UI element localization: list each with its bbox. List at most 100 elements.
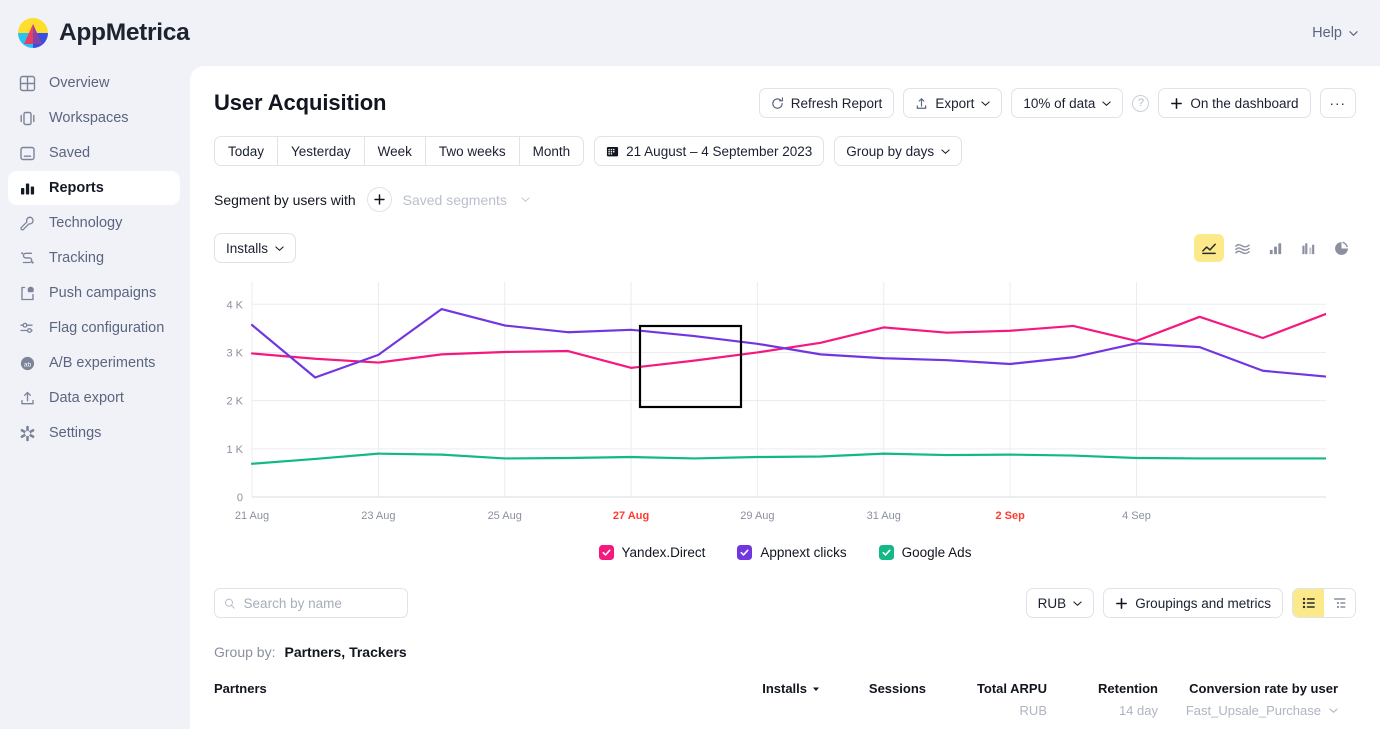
sidebar-item-label: Data export (49, 390, 124, 406)
column-header-total-arpu[interactable]: Total ARPU RUB (926, 681, 1047, 718)
chart-type-grouped-bar-button[interactable] (1293, 234, 1323, 262)
sidebar-item-reports[interactable]: Reports (8, 171, 180, 205)
sidebar-item-flag-configuration[interactable]: Flag configuration (8, 311, 180, 345)
group-by-days-label: Group by days (846, 144, 934, 159)
sidebar-item-technology[interactable]: Technology (8, 206, 180, 240)
main-panel: User Acquisition Refresh Report Export 1… (190, 66, 1380, 729)
date-range-label: 21 August – 4 September 2023 (626, 144, 812, 159)
workspaces-icon (18, 109, 36, 127)
stacked-area-chart-icon (1234, 240, 1251, 257)
legend-item-google-ads[interactable]: Google Ads (879, 545, 972, 560)
sampling-dropdown[interactable]: 10% of data (1011, 88, 1123, 118)
sidebar-item-workspaces[interactable]: Workspaces (8, 101, 180, 135)
legend-checkbox[interactable] (879, 545, 894, 560)
sliders-icon (18, 319, 36, 337)
sidebar-item-ab-experiments[interactable]: ab A/B experiments (8, 346, 180, 380)
date-preset-two-weeks[interactable]: Two weeks (425, 136, 520, 166)
sampling-label: 10% of data (1023, 96, 1095, 111)
date-preset-month[interactable]: Month (519, 136, 585, 166)
legend-checkbox[interactable] (737, 545, 752, 560)
appmetrica-logo-icon (18, 18, 48, 48)
search-input[interactable] (244, 596, 398, 611)
chevron-down-icon (275, 244, 284, 253)
chevron-down-icon[interactable] (1329, 706, 1338, 715)
y-axis-tick-label: 4 K (226, 299, 243, 311)
chart-container[interactable]: 01 K2 K3 K4 K21 Aug23 Aug25 Aug27 Aug29 … (214, 275, 1356, 535)
date-preset-today[interactable]: Today (214, 136, 278, 166)
date-range-picker[interactable]: 21 August – 4 September 2023 (594, 136, 824, 166)
brand-name: AppMetrica (59, 19, 189, 47)
group-by-days-dropdown[interactable]: Group by days (834, 136, 962, 166)
help-menu[interactable]: Help (1312, 25, 1358, 41)
sidebar-item-saved[interactable]: Saved (8, 136, 180, 170)
saved-segments-dropdown[interactable]: Saved segments (403, 192, 530, 208)
column-header-retention[interactable]: Retention 14 day (1047, 681, 1158, 718)
chart-type-group (1194, 234, 1356, 262)
column-header-retention-label: Retention (1098, 681, 1158, 696)
legend-label: Google Ads (902, 545, 972, 560)
groupings-and-metrics-button[interactable]: Groupings and metrics (1103, 588, 1283, 618)
chevron-down-icon (1073, 599, 1082, 608)
legend-item-appnext-clicks[interactable]: Appnext clicks (737, 545, 846, 560)
x-axis-tick-label: 4 Sep (1122, 510, 1151, 522)
group-by-value[interactable]: Partners, Trackers (284, 644, 406, 660)
group-by-row: Group by: Partners, Trackers (214, 644, 1356, 660)
line-chart-icon (1201, 240, 1218, 257)
sidebar-item-label: Push campaigns (49, 285, 156, 301)
y-axis-tick-label: 1 K (226, 444, 243, 456)
currency-dropdown[interactable]: RUB (1026, 588, 1095, 618)
chart-type-stacked-area-button[interactable] (1227, 234, 1257, 262)
legend-label: Appnext clicks (760, 545, 846, 560)
bar-chart-icon (18, 179, 36, 197)
add-segment-button[interactable] (367, 187, 392, 212)
bookmark-icon (18, 144, 36, 162)
column-header-installs[interactable]: Installs (748, 681, 820, 696)
brand[interactable]: AppMetrica (18, 18, 189, 48)
refresh-report-button[interactable]: Refresh Report (759, 88, 895, 118)
tree-view-button[interactable] (1324, 589, 1355, 617)
column-header-partners[interactable]: Partners (214, 681, 748, 696)
question-circle-icon[interactable]: ? (1132, 95, 1149, 112)
groupings-label: Groupings and metrics (1135, 596, 1271, 611)
sidebar-item-push-campaigns[interactable]: Push campaigns (8, 276, 180, 310)
line-chart[interactable]: 01 K2 K3 K4 K21 Aug23 Aug25 Aug27 Aug29 … (214, 275, 1326, 533)
more-options-button[interactable]: ··· (1320, 88, 1357, 118)
column-header-conversion-rate[interactable]: Conversion rate by user Fast_Upsale_Purc… (1158, 681, 1338, 718)
sidebar-item-overview[interactable]: Overview (8, 66, 180, 100)
export-button[interactable]: Export (903, 88, 1002, 118)
column-header-sessions[interactable]: Sessions (820, 681, 926, 696)
sidebar-item-label: Reports (49, 180, 104, 196)
legend-item-yandex-direct[interactable]: Yandex.Direct (599, 545, 706, 560)
metric-selector[interactable]: Installs (214, 233, 296, 263)
column-subheader-retention: 14 day (1119, 703, 1158, 718)
chart-selection-rectangle[interactable] (640, 326, 741, 407)
sidebar-item-tracking[interactable]: Tracking (8, 241, 180, 275)
column-subheader-conversion-rate: Fast_Upsale_Purchase (1186, 703, 1321, 718)
calendar-icon (606, 145, 619, 158)
sidebar-item-label: Technology (49, 215, 122, 231)
add-to-dashboard-button[interactable]: On the dashboard (1158, 88, 1310, 118)
refresh-report-label: Refresh Report (791, 96, 883, 111)
sidebar-item-label: Flag configuration (49, 320, 164, 336)
check-icon (601, 547, 612, 558)
sidebar-item-label: Settings (49, 425, 101, 441)
search-box[interactable] (214, 588, 408, 618)
sidebar-item-label: Workspaces (49, 110, 129, 126)
chart-type-line-button[interactable] (1194, 234, 1224, 262)
list-view-button[interactable] (1293, 589, 1324, 617)
grid-icon (18, 74, 36, 92)
sidebar-item-data-export[interactable]: Data export (8, 381, 180, 415)
chart-series-line (252, 314, 1326, 368)
date-preset-week[interactable]: Week (364, 136, 426, 166)
column-header-installs-label: Installs (762, 681, 807, 696)
chevron-down-icon (521, 195, 530, 204)
date-preset-yesterday[interactable]: Yesterday (277, 136, 365, 166)
sidebar-item-settings[interactable]: Settings (8, 416, 180, 450)
chevron-down-icon (1349, 29, 1358, 38)
check-icon (739, 547, 750, 558)
chart-type-bar-button[interactable] (1260, 234, 1290, 262)
list-view-icon (1301, 595, 1317, 611)
chart-type-pie-button[interactable] (1326, 234, 1356, 262)
legend-checkbox[interactable] (599, 545, 614, 560)
x-axis-tick-label: 23 Aug (361, 510, 395, 522)
